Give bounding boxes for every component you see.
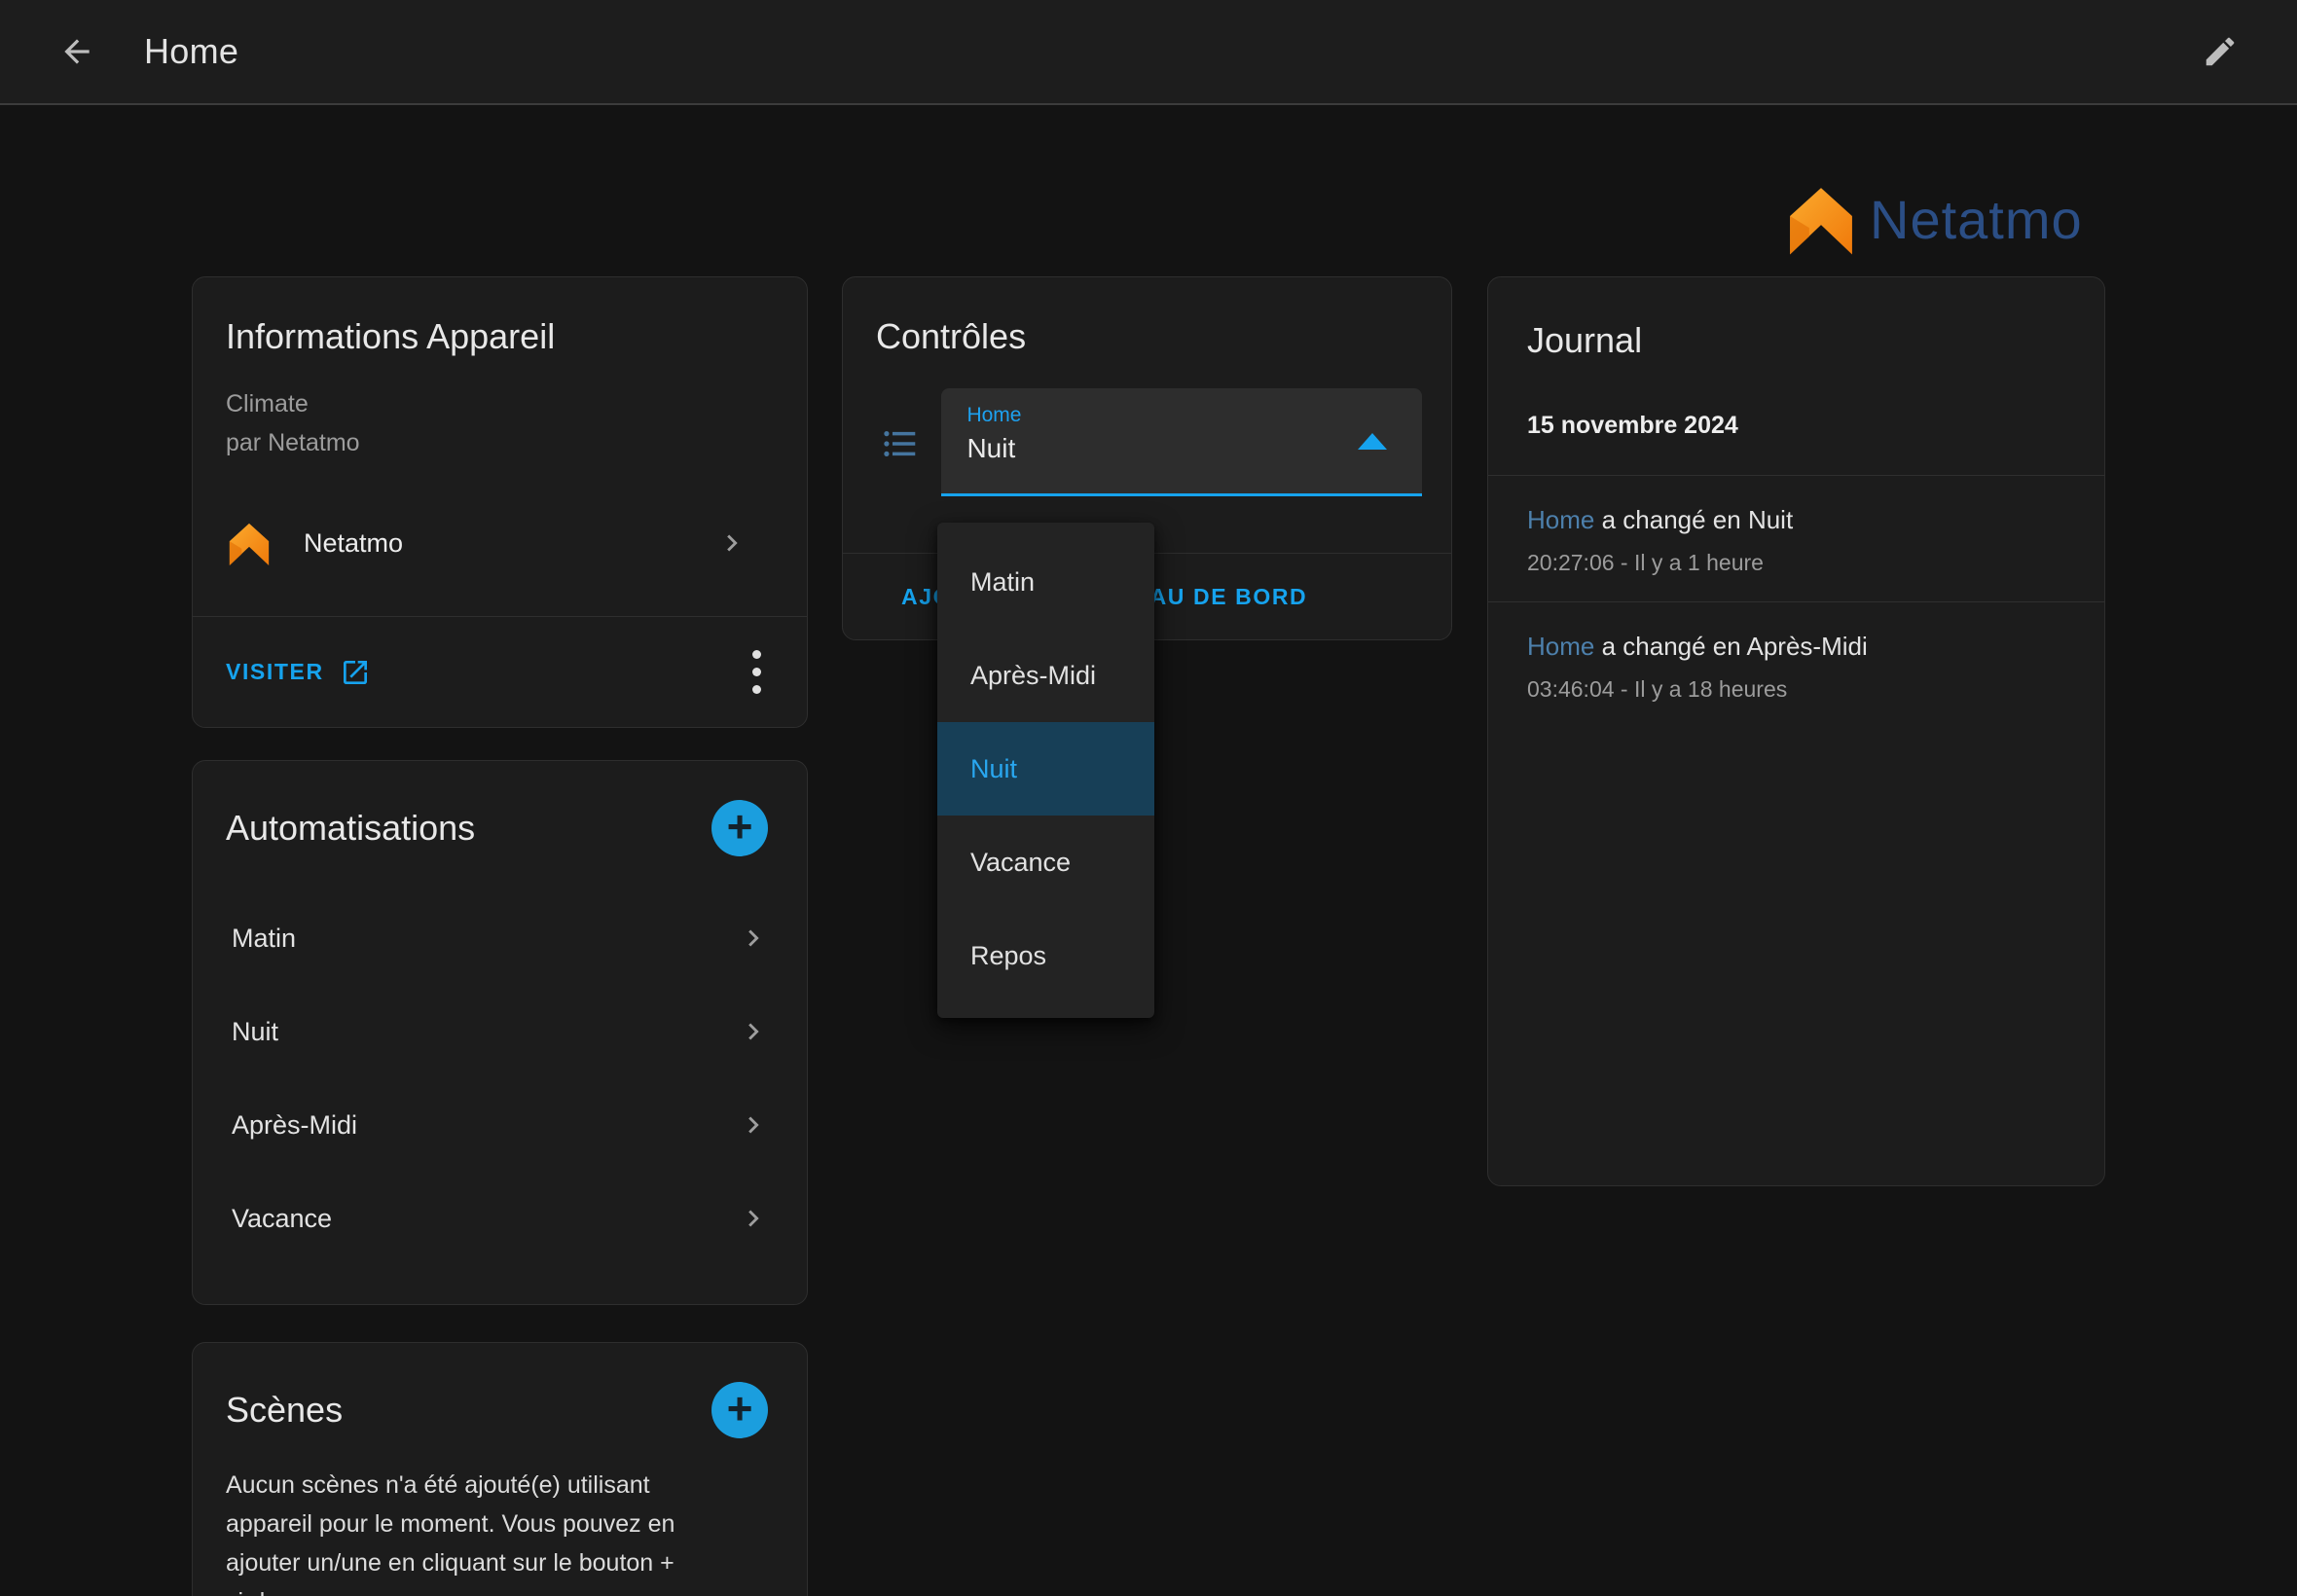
- chevron-right-icon: [715, 526, 748, 560]
- automations-card: Automatisations + Matin Nuit Après-Midi …: [192, 760, 808, 1305]
- netatmo-logo-text: Netatmo: [1870, 188, 2083, 251]
- caret-up-icon: [1358, 433, 1387, 450]
- scenes-card: Scènes + Aucun scènes n'a été ajouté(e) …: [192, 1342, 808, 1596]
- menu-option-repos[interactable]: Repos: [937, 909, 1154, 1002]
- menu-option-vacance[interactable]: Vacance: [937, 816, 1154, 909]
- netatmo-logo-icon: [1784, 177, 1858, 261]
- journal-entity-link[interactable]: Home: [1527, 505, 1594, 534]
- controls-title: Contrôles: [876, 316, 1026, 357]
- menu-option-matin[interactable]: Matin: [937, 535, 1154, 629]
- overflow-menu-button[interactable]: [735, 643, 778, 702]
- menu-option-nuit[interactable]: Nuit: [937, 722, 1154, 816]
- journal-title: Journal: [1527, 320, 2065, 361]
- journal-entry-text: a changé en Après-Midi: [1602, 632, 1868, 661]
- device-model: Climate: [226, 384, 774, 423]
- add-automation-button[interactable]: +: [711, 800, 768, 856]
- open-in-new-icon: [340, 657, 371, 688]
- page-title: Home: [144, 31, 238, 72]
- automations-title: Automatisations: [226, 808, 475, 849]
- chevron-right-icon: [737, 922, 770, 955]
- scene-select-menu: Matin Après-Midi Nuit Vacance Repos: [937, 523, 1154, 1018]
- automation-item-apres-midi[interactable]: Après-Midi: [193, 1078, 807, 1172]
- device-info-title: Informations Appareil: [226, 316, 555, 357]
- journal-entry-time: 03:46:04 - Il y a 18 heures: [1527, 676, 2065, 703]
- scene-select-field[interactable]: Home Nuit: [941, 388, 1422, 496]
- integration-row[interactable]: Netatmo: [226, 484, 774, 598]
- integration-name: Netatmo: [304, 528, 684, 559]
- scene-select-value: Nuit: [966, 433, 1364, 464]
- visit-button-label: VISITER: [226, 659, 324, 685]
- automation-item-vacance[interactable]: Vacance: [193, 1172, 807, 1265]
- automation-item-matin[interactable]: Matin: [193, 891, 807, 985]
- visit-button[interactable]: VISITER: [226, 657, 371, 688]
- chevron-right-icon: [737, 1108, 770, 1142]
- netatmo-logo: Netatmo: [1784, 177, 2105, 261]
- plus-icon: +: [727, 804, 753, 849]
- list-bulleted-icon: [880, 423, 920, 464]
- journal-card: Journal 15 novembre 2024 Home a changé e…: [1487, 276, 2105, 1186]
- back-button[interactable]: [51, 25, 103, 78]
- netatmo-integration-icon: [226, 517, 273, 569]
- journal-date: 15 novembre 2024: [1488, 361, 2104, 475]
- journal-entry: Home a changé en Nuit 20:27:06 - Il y a …: [1488, 475, 2104, 601]
- plus-icon: +: [727, 1386, 753, 1431]
- app-bar: Home: [0, 0, 2297, 105]
- journal-entry: Home a changé en Après-Midi 03:46:04 - I…: [1488, 601, 2104, 728]
- scenes-title: Scènes: [226, 1390, 343, 1431]
- device-manufacturer: par Netatmo: [226, 423, 774, 462]
- scene-select-label: Home: [966, 404, 1364, 427]
- arrow-back-icon: [58, 33, 95, 70]
- automation-item-nuit[interactable]: Nuit: [193, 985, 807, 1078]
- edit-button[interactable]: [2194, 25, 2246, 78]
- chevron-right-icon: [737, 1202, 770, 1235]
- journal-entry-text: a changé en Nuit: [1602, 505, 1794, 534]
- pencil-icon: [2202, 33, 2239, 70]
- menu-option-apres-midi[interactable]: Après-Midi: [937, 629, 1154, 722]
- journal-entry-time: 20:27:06 - Il y a 1 heure: [1527, 550, 2065, 576]
- scenes-empty-text: Aucun scènes n'a été ajouté(e) utilisant…: [193, 1438, 738, 1596]
- device-info-card: Informations Appareil Climate par Netatm…: [192, 276, 808, 728]
- journal-entity-link[interactable]: Home: [1527, 632, 1594, 661]
- chevron-right-icon: [737, 1015, 770, 1048]
- add-scene-button[interactable]: +: [711, 1382, 768, 1438]
